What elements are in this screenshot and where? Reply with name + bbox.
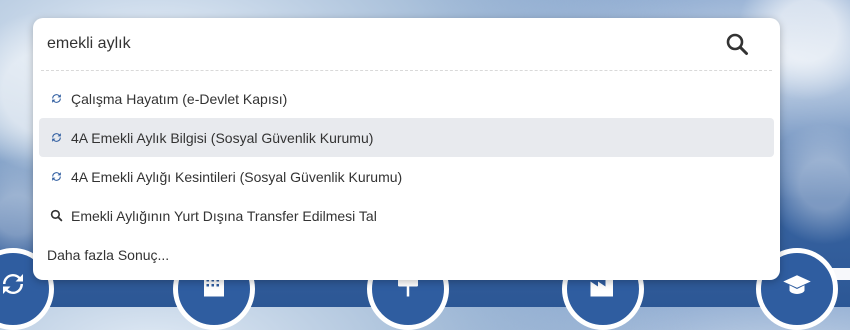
divider — [41, 70, 772, 71]
more-results-link[interactable]: Daha fazla Sonuç... — [47, 247, 169, 263]
result-item[interactable]: Çalışma Hayatım (e-Devlet Kapısı) — [39, 79, 774, 118]
refresh-icon — [49, 92, 63, 106]
result-item[interactable]: Emekli Aylığının Yurt Dışına Transfer Ed… — [39, 196, 774, 235]
search-icon — [726, 33, 748, 55]
result-label: 4A Emekli Aylığı Kesintileri (Sosyal Güv… — [71, 168, 403, 185]
results-list: Çalışma Hayatım (e-Devlet Kapısı) 4A Eme… — [33, 79, 780, 235]
result-item-active[interactable]: 4A Emekli Aylık Bilgisi (Sosyal Güvenlik… — [39, 118, 774, 157]
search-row — [33, 18, 780, 70]
result-item[interactable]: 4A Emekli Aylığı Kesintileri (Sosyal Güv… — [39, 157, 774, 196]
search-input[interactable] — [47, 30, 687, 58]
refresh-icon — [49, 170, 63, 184]
refresh-icon — [0, 269, 28, 305]
refresh-icon — [49, 131, 63, 145]
result-label: 4A Emekli Aylık Bilgisi (Sosyal Güvenlik… — [71, 129, 374, 146]
result-label: Çalışma Hayatım (e-Devlet Kapısı) — [71, 90, 288, 107]
graduation-cap-icon — [782, 269, 812, 305]
result-label: Emekli Aylığının Yurt Dışına Transfer Ed… — [71, 207, 377, 224]
search-icon — [49, 209, 63, 223]
search-dropdown: Çalışma Hayatım (e-Devlet Kapısı) 4A Eme… — [33, 18, 780, 280]
search-button[interactable] — [721, 28, 753, 60]
